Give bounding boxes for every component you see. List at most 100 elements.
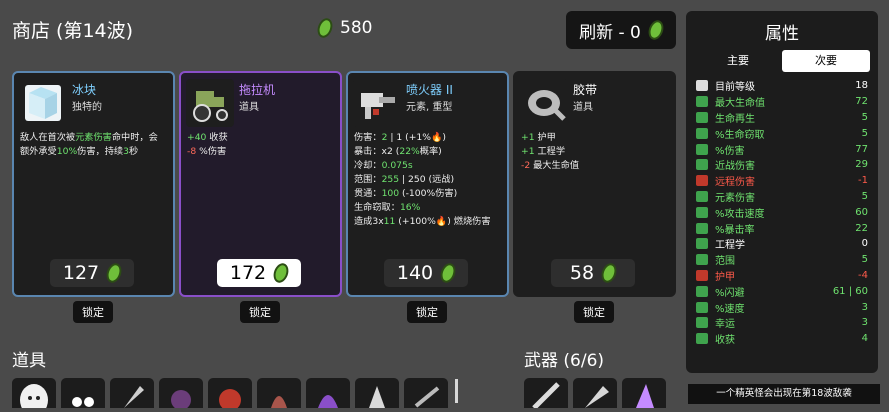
lock-button[interactable]: 锁定 bbox=[407, 301, 447, 323]
lock-button[interactable]: 锁定 bbox=[73, 301, 113, 323]
stat-label: 目前等级 bbox=[715, 82, 755, 94]
stat-value: -4 bbox=[858, 269, 868, 281]
range-icon bbox=[696, 254, 708, 266]
material-gem-icon bbox=[104, 261, 125, 285]
heart-icon bbox=[696, 96, 708, 108]
stat-row: %伤害 77 bbox=[696, 141, 868, 157]
shop-card-duct-tape[interactable]: 胶带 道具 +1 护甲 +1 工程学 -2 最大生命值 58 bbox=[513, 71, 676, 297]
melee-icon bbox=[696, 159, 708, 171]
stat-label: 收获 bbox=[715, 335, 735, 347]
stat-value: 4 bbox=[861, 333, 868, 345]
lifesteal-icon bbox=[696, 127, 708, 139]
harvest-icon bbox=[696, 333, 708, 345]
stat-row: 元素伤害 5 bbox=[696, 189, 868, 205]
desc-line: 额外承受10%伤害，持续3秒 bbox=[20, 146, 139, 157]
item-slot[interactable] bbox=[159, 378, 203, 410]
stat-value: 3 bbox=[861, 317, 868, 329]
stat-value: 29 bbox=[855, 159, 868, 171]
price-value: 58 bbox=[569, 262, 595, 284]
dodge-icon bbox=[696, 285, 708, 297]
shop-card-tractor[interactable]: 拖拉机 道具 +40 收获 -8 %伤害 172 bbox=[179, 71, 342, 297]
stat-row: 生命再生 5 bbox=[696, 110, 868, 126]
desc-line: -8 %伤害 bbox=[187, 146, 227, 157]
stat-row: 远程伤害 -1 bbox=[696, 173, 868, 189]
items-scrollbar[interactable] bbox=[455, 379, 458, 403]
stat-label: 最大生命值 bbox=[715, 98, 765, 110]
material-gem-icon bbox=[645, 18, 666, 42]
item-slot[interactable] bbox=[257, 378, 301, 408]
stat-label: 生命再生 bbox=[715, 113, 755, 125]
stat-row: 幸运 3 bbox=[696, 315, 868, 331]
buy-button[interactable]: 58 bbox=[551, 259, 635, 287]
weapon-slot[interactable] bbox=[524, 378, 568, 410]
lock-button[interactable]: 锁定 bbox=[240, 301, 280, 323]
desc-line: 敌人在首次被元素伤害命中时，会 bbox=[20, 132, 158, 143]
card-description: +1 护甲 +1 工程学 -2 最大生命值 bbox=[521, 131, 671, 173]
stat-label: 远程伤害 bbox=[715, 177, 755, 189]
flamethrower-icon bbox=[353, 79, 401, 127]
stat-row: %生命窃取 5 bbox=[696, 125, 868, 141]
card-type: 道具 bbox=[239, 102, 259, 113]
buy-button[interactable]: 172 bbox=[217, 259, 301, 287]
stat-value: 60 bbox=[855, 206, 868, 218]
stat-label: 范围 bbox=[715, 256, 735, 268]
tab-secondary[interactable]: 次要 bbox=[782, 50, 870, 72]
card-name: 拖拉机 bbox=[239, 83, 276, 97]
stat-value: 5 bbox=[861, 190, 868, 202]
tab-primary[interactable]: 主要 bbox=[694, 50, 782, 72]
desc-line: +1 护甲 bbox=[521, 132, 556, 143]
item-slot[interactable] bbox=[12, 378, 56, 412]
stat-row: 近战伤害 29 bbox=[696, 157, 868, 173]
item-slot[interactable] bbox=[208, 378, 252, 411]
card-type: 道具 bbox=[573, 102, 593, 113]
stat-value: 18 bbox=[855, 80, 868, 92]
speed-icon bbox=[696, 301, 708, 313]
stat-label: %速度 bbox=[715, 303, 745, 315]
buy-button[interactable]: 140 bbox=[384, 259, 468, 287]
elemental-icon bbox=[696, 190, 708, 202]
crit-icon bbox=[696, 222, 708, 234]
stat-value: 0 bbox=[861, 238, 868, 250]
materials-counter: 580 bbox=[315, 16, 373, 40]
card-name: 冰块 bbox=[72, 83, 97, 97]
item-slot[interactable] bbox=[306, 378, 350, 408]
desc-line: +40 收获 bbox=[187, 132, 228, 143]
item-slot[interactable] bbox=[355, 378, 399, 408]
shop-card-flamethrower[interactable]: 喷火器 II 元素, 重型 伤害：2 | 1 (+1%🔥) 暴击：x2 (22%… bbox=[346, 71, 509, 297]
stat-label: %生命窃取 bbox=[715, 129, 765, 141]
weapon-slot[interactable] bbox=[622, 378, 666, 408]
buy-button[interactable]: 127 bbox=[50, 259, 134, 287]
card-description: 伤害：2 | 1 (+1%🔥) 暴击：x2 (22%概率) 冷却：0.075s … bbox=[354, 131, 504, 229]
materials-value: 580 bbox=[340, 18, 373, 38]
desc-line: 范围：255 | 250 (远战) bbox=[354, 174, 455, 185]
armor-icon bbox=[696, 269, 708, 281]
item-slot[interactable] bbox=[61, 378, 105, 408]
material-gem-icon bbox=[315, 16, 335, 40]
stats-tabs: 主要 次要 bbox=[686, 50, 878, 72]
tractor-icon bbox=[186, 79, 234, 127]
lock-button[interactable]: 锁定 bbox=[574, 301, 614, 323]
reroll-button[interactable]: 刷新 - 0 bbox=[566, 11, 676, 49]
card-name: 胶带 bbox=[573, 83, 598, 97]
stat-label: 工程学 bbox=[715, 240, 745, 252]
item-slot[interactable] bbox=[404, 378, 448, 408]
desc-line: 暴击：x2 (22%概率) bbox=[354, 146, 442, 157]
material-gem-icon bbox=[599, 261, 620, 285]
desc-line: +1 工程学 bbox=[521, 146, 566, 157]
desc-line: 生命窃取：16% bbox=[354, 202, 421, 213]
stat-row: %攻击速度 60 bbox=[696, 204, 868, 220]
shop-title: 商店 (第14波) bbox=[12, 20, 134, 42]
shop-card-ice-cube[interactable]: 冰块 独特的 敌人在首次被元素伤害命中时，会 额外承受10%伤害，持续3秒 12… bbox=[12, 71, 175, 297]
stat-row: 目前等级 18 bbox=[696, 78, 868, 94]
reroll-label: 刷新 - 0 bbox=[579, 22, 641, 43]
card-type: 元素, 重型 bbox=[406, 102, 453, 113]
stat-value: 61 | 60 bbox=[832, 285, 868, 297]
stat-row: 工程学 0 bbox=[696, 236, 868, 252]
items-section-title: 道具 bbox=[12, 351, 46, 371]
weapons-section-title: 武器 (6/6) bbox=[524, 351, 605, 371]
stats-title: 属性 bbox=[765, 24, 799, 44]
material-gem-icon bbox=[271, 261, 292, 285]
stat-row: 最大生命值 72 bbox=[696, 94, 868, 110]
item-slot[interactable] bbox=[110, 378, 154, 408]
weapon-slot[interactable] bbox=[573, 378, 617, 408]
